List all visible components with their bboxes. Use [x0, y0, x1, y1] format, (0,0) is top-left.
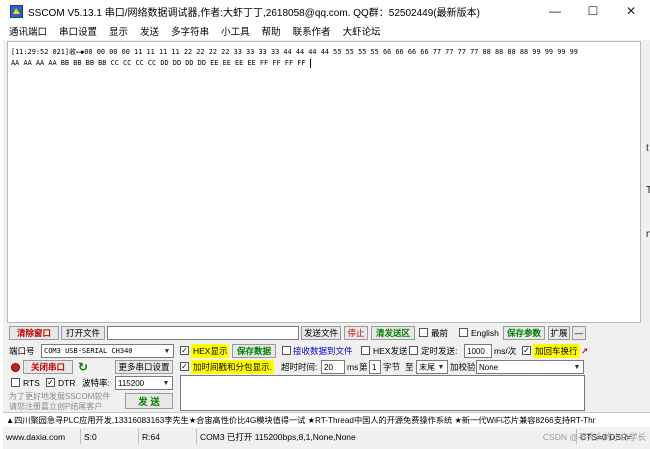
menu-help[interactable]: 帮助	[262, 24, 281, 38]
hex-send-label: HEX发送	[373, 346, 408, 356]
interval-unit: ms/次	[494, 346, 517, 356]
checksum-select[interactable]: None ▼	[476, 360, 584, 374]
side-glyph-1: t	[646, 143, 649, 154]
byte-label: 字节	[383, 362, 401, 372]
timestamp-split-label: 加时间戳和分包显示.	[191, 360, 274, 374]
stop-button[interactable]: 停止	[344, 326, 368, 340]
menu-contact-author[interactable]: 联系作者	[293, 24, 331, 38]
chevron-down-icon: ▼	[162, 379, 170, 387]
close-port-button[interactable]: 关闭串口	[23, 360, 73, 374]
byte-end-value: 末尾	[419, 362, 435, 372]
dtr-label: DTR	[58, 378, 76, 388]
menu-display[interactable]: 显示	[109, 24, 128, 38]
send-file-button[interactable]: 发送文件	[301, 326, 341, 340]
chevron-down-icon: ▼	[164, 347, 170, 355]
status-sent-count: S:0	[81, 429, 139, 444]
byte-end-select[interactable]: 末尾 ▼	[416, 360, 448, 374]
english-label: English	[471, 328, 499, 338]
text-cursor	[309, 58, 311, 68]
sscom-window: SSCOM V5.13.1 串口/网络数据调试器,作者:大虾丁丁,2618058…	[3, 0, 650, 449]
baud-select[interactable]: 115200 ▼	[115, 376, 173, 390]
port-select-value: COM3 USB-SERIAL CH340	[44, 347, 133, 355]
app-logo-icon	[9, 4, 23, 18]
timeout-label: 超时时间:	[281, 362, 318, 372]
hex-display-checkbox[interactable]: ✓	[180, 346, 189, 355]
timeout-input[interactable]: 20	[321, 360, 345, 374]
side-glyph-2: T	[646, 185, 650, 196]
collapse-button[interactable]: —	[572, 326, 586, 340]
menu-forum[interactable]: 大虾论坛	[343, 24, 381, 38]
status-received-count: R:64	[139, 429, 197, 444]
csdn-watermark: CSDN @不秃头的小白学长	[542, 431, 646, 442]
promo-line-1[interactable]: 为了更好地发展SSCOM软件	[9, 391, 110, 401]
send-text-area[interactable]	[180, 375, 585, 411]
recv-to-file-label: 接收数据到文件	[293, 346, 353, 356]
minimize-button[interactable]: —	[536, 0, 574, 22]
status-port-state: COM3 已打开 115200bps,8,1,None,None	[197, 429, 577, 444]
open-file-button[interactable]: 打开文件	[61, 326, 105, 340]
timed-send-checkbox[interactable]	[409, 346, 418, 355]
clear-send-button[interactable]: 清发送区	[371, 326, 415, 340]
refresh-icon[interactable]: ↻	[78, 360, 88, 374]
receive-area[interactable]: [11:29:52 021]收←◆00 00 00 00 11 11 11 11…	[7, 41, 641, 323]
menu-tools[interactable]: 小工具	[221, 24, 250, 38]
port-select[interactable]: COM3 USB-SERIAL CH340 ▼	[41, 344, 174, 358]
recv-to-file-checkbox[interactable]	[282, 346, 291, 355]
ad-ticker[interactable]: ▲四川聚园急寻PLC应用开发,13316083163李先生★合宙高性价比4G模块…	[3, 412, 650, 427]
menu-send[interactable]: 发送	[140, 24, 159, 38]
baud-label: 波特率:	[82, 378, 110, 388]
side-glyph-3: n	[646, 229, 650, 240]
menu-bar: 通讯端口 串口设置 显示 发送 多字符串 小工具 帮助 联系作者 大虾论坛	[3, 22, 650, 40]
byte-start-input[interactable]: 1	[369, 360, 381, 374]
port-label: 端口号	[9, 346, 35, 356]
english-checkbox[interactable]	[459, 328, 468, 337]
rts-label: RTS	[23, 378, 40, 388]
menu-multi-string[interactable]: 多字符串	[171, 24, 209, 38]
interval-input[interactable]: 1000	[464, 344, 492, 358]
checksum-label: 加校验	[450, 362, 476, 372]
title-bar: SSCOM V5.13.1 串口/网络数据调试器,作者:大虾丁丁,2618058…	[3, 0, 650, 22]
expand-button[interactable]: 扩展	[548, 326, 570, 340]
baud-value: 115200	[118, 378, 145, 388]
chevron-down-icon: ▼	[437, 363, 445, 371]
dtr-checkbox[interactable]: ✓	[46, 378, 55, 387]
port-status-led-icon	[11, 363, 20, 372]
status-url[interactable]: www.daxia.com	[3, 429, 81, 444]
append-crlf-label: 加回车换行	[533, 344, 580, 358]
latest-label: 最前	[431, 328, 449, 338]
timed-send-label: 定时发送:	[421, 346, 458, 356]
timestamp-checkbox[interactable]: ✓	[180, 362, 189, 371]
close-window-button[interactable]: ✕	[612, 0, 650, 22]
maximize-button[interactable]: ☐	[574, 0, 612, 22]
append-crlf-checkbox[interactable]: ✓	[522, 346, 531, 355]
chevron-down-icon: ▼	[573, 363, 581, 371]
checksum-value: None	[479, 362, 499, 372]
rts-checkbox[interactable]	[11, 378, 20, 387]
pin-icon: ↗	[581, 345, 589, 356]
menu-serial-settings[interactable]: 串口设置	[59, 24, 97, 38]
latest-checkbox[interactable]	[419, 328, 428, 337]
file-path-input[interactable]	[107, 326, 299, 340]
receive-line-1: [11:29:52 021]收←◆00 00 00 00 11 11 11 11…	[11, 48, 578, 56]
to-label: 至	[405, 362, 414, 372]
hex-send-checkbox[interactable]	[361, 346, 370, 355]
more-settings-button[interactable]: 更多串口设置	[115, 360, 173, 374]
hex-display-label: HEX显示	[191, 344, 230, 358]
send-button[interactable]: 发 送	[125, 393, 173, 409]
promo-line-2[interactable]: 请您注册嘉立创P结尾客户	[9, 401, 102, 411]
menu-comm-port[interactable]: 通讯端口	[9, 24, 47, 38]
receive-line-2: AA AA AA AA BB BB BB BB CC CC CC CC DD D…	[11, 59, 310, 67]
window-title: SSCOM V5.13.1 串口/网络数据调试器,作者:大虾丁丁,2618058…	[28, 7, 480, 19]
save-data-button[interactable]: 保存数据	[232, 344, 276, 358]
byte-prefix: 第	[359, 362, 368, 372]
save-params-button[interactable]: 保存参数	[503, 326, 545, 340]
timeout-unit: ms	[347, 362, 359, 372]
clear-window-button[interactable]: 清除窗口	[9, 326, 59, 340]
status-bar: www.daxia.com S:0 R:64 COM3 已打开 115200bp…	[3, 429, 650, 444]
